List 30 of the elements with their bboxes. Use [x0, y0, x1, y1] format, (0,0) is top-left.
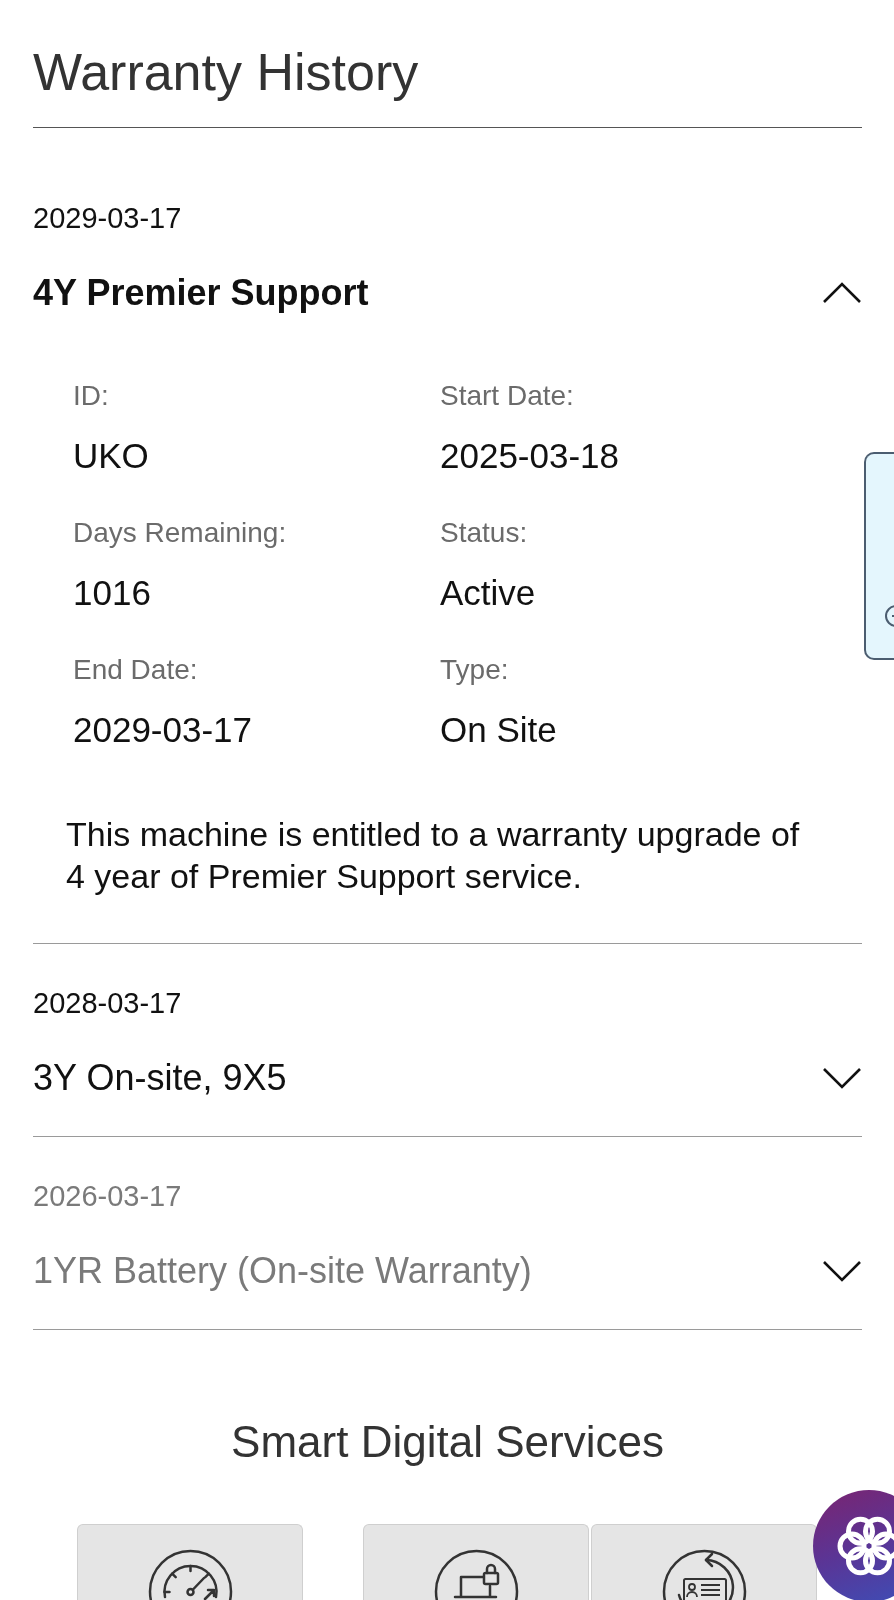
- field-value: Active: [440, 572, 537, 614]
- service-tile[interactable]: [591, 1524, 817, 1600]
- warranty-description: This machine is entitled to a warranty upgrade of 4 year of Premier Support service.: [66, 814, 801, 897]
- warranty-toggle[interactable]: 4Y Premier Support: [33, 263, 862, 323]
- field-label: Start Date:: [440, 379, 575, 413]
- warranty-date: 2029-03-17: [33, 201, 183, 235]
- side-tab[interactable]: [864, 452, 894, 660]
- field-value: UKO: [73, 435, 150, 477]
- service-tile[interactable]: [77, 1524, 303, 1600]
- field-label: Days Remaining:: [73, 516, 288, 550]
- field-value: 1016: [73, 572, 152, 614]
- warranty-date: 2026-03-17: [33, 1179, 183, 1213]
- field-label: Status:: [440, 516, 529, 550]
- field-value: 2025-03-18: [440, 435, 621, 477]
- circle-icon: [884, 604, 894, 628]
- assistant-button[interactable]: [813, 1490, 894, 1600]
- field-label: ID:: [73, 379, 110, 413]
- section-title: Smart Digital Services: [230, 1416, 665, 1468]
- card-circular-arrow-icon: [661, 1549, 747, 1600]
- warranty-toggle[interactable]: 1YR Battery (On-site Warranty): [33, 1241, 862, 1301]
- warranty-toggle[interactable]: 3Y On-site, 9X5: [33, 1048, 862, 1108]
- field-label: Type:: [440, 653, 510, 687]
- field-value: On Site: [440, 709, 558, 751]
- field-label: End Date:: [73, 653, 199, 687]
- gauge-icon: [147, 1549, 233, 1600]
- service-tile[interactable]: [363, 1524, 589, 1600]
- laptop-padlock-icon: [433, 1549, 519, 1600]
- field-value: 2029-03-17: [73, 709, 254, 751]
- warranty-date: 2028-03-17: [33, 986, 183, 1020]
- page-title: Warranty History: [33, 42, 420, 102]
